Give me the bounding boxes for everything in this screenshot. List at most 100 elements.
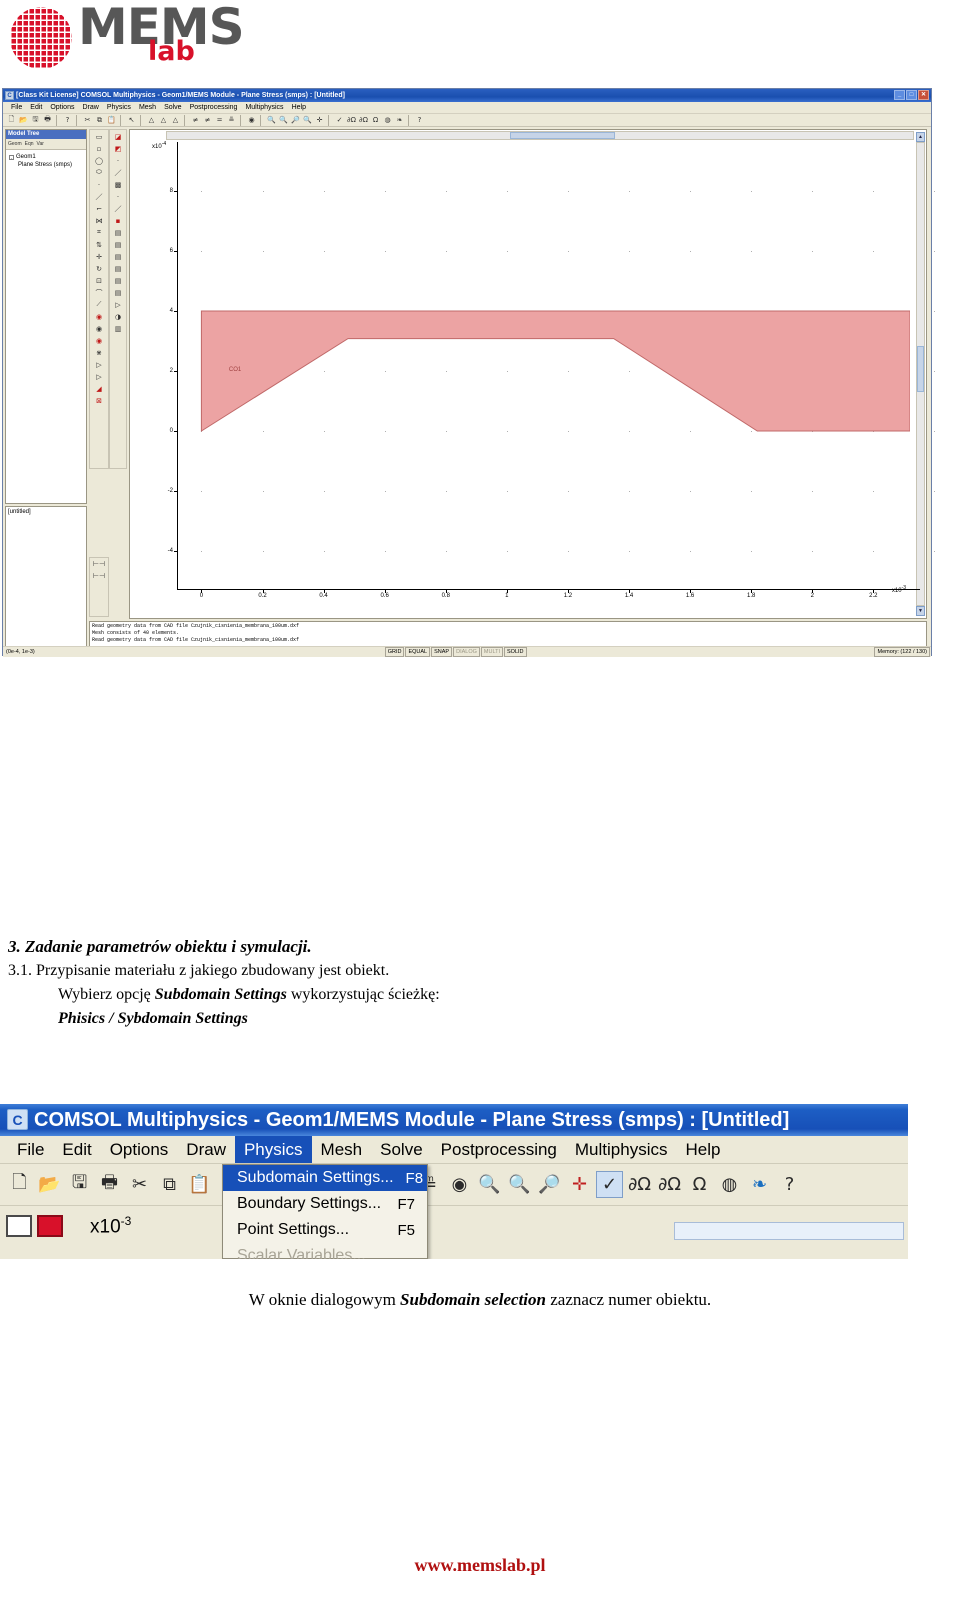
menu-file[interactable]: File: [7, 102, 26, 114]
headlight-icon[interactable]: ✛: [314, 115, 325, 126]
expand-toggle-icon[interactable]: -: [9, 154, 14, 160]
draw-mode-icon[interactable]: ◪: [112, 131, 124, 142]
menu-item-subdomain-settings[interactable]: Subdomain Settings... F8: [223, 1165, 427, 1191]
scrollbar-thumb[interactable]: [510, 132, 615, 139]
draw-mode-icon[interactable]: [37, 1215, 63, 1237]
minimize-button[interactable]: _: [894, 90, 905, 100]
coerce-face-icon[interactable]: ▷: [93, 371, 105, 382]
menu-item-point-settings[interactable]: Point Settings... F5: [223, 1217, 427, 1243]
boundary-settings-icon[interactable]: ▤: [112, 239, 124, 250]
help-pointer-icon[interactable]: ?: [62, 115, 73, 126]
cut-icon[interactable]: ✂: [82, 115, 93, 126]
tab-var[interactable]: Var: [37, 141, 44, 147]
circle-icon[interactable]: ⬭: [93, 167, 105, 178]
menu-options[interactable]: Options: [46, 102, 78, 114]
subdomain-polygon[interactable]: [177, 152, 910, 590]
point-mode-icon[interactable]: ·: [112, 155, 124, 166]
status-multi[interactable]: MULTI: [480, 647, 503, 657]
rectangle-icon[interactable]: ▭: [93, 131, 105, 142]
rectangle-icon[interactable]: [6, 1215, 32, 1237]
colors-icon[interactable]: ❧: [746, 1171, 773, 1198]
subdomain-mode-icon[interactable]: ▩: [112, 179, 124, 190]
check-icon[interactable]: ✓: [596, 1171, 623, 1198]
menu-solve[interactable]: Solve: [160, 102, 186, 114]
cut-icon[interactable]: ✂: [126, 1171, 153, 1198]
menu-draw[interactable]: Draw: [177, 1136, 235, 1163]
status-dialog[interactable]: DIALOG: [453, 647, 480, 657]
edge-mode-icon[interactable]: ／: [112, 203, 124, 214]
menu-physics[interactable]: Physics: [103, 102, 135, 114]
measure-horizontal-icon[interactable]: ⊢⊣: [93, 558, 105, 569]
polyline-icon[interactable]: ⌐: [93, 203, 105, 214]
omega2-icon[interactable]: ∂Ω: [346, 115, 357, 126]
delete-interior-icon[interactable]: ◢: [93, 383, 105, 394]
tree-node-plane-stress[interactable]: Plane Stress (smps): [18, 162, 83, 168]
menu-multiphysics[interactable]: Multiphysics: [241, 102, 287, 114]
mesh-globe-icon[interactable]: ◍: [716, 1171, 743, 1198]
intersection-icon[interactable]: ◉: [93, 323, 105, 334]
point-settings-icon[interactable]: ▤: [112, 251, 124, 262]
point-icon[interactable]: ·: [93, 179, 105, 190]
scale-icon[interactable]: ⊡: [93, 275, 105, 286]
measure-vertical-icon[interactable]: ⊢⊣: [93, 570, 105, 581]
fillet-icon[interactable]: ⌒: [93, 287, 105, 298]
geometry-plot-canvas[interactable]: ◄ ▲ ▼ x10-4 CO1 86420-2-4 00.20.40.60.81…: [129, 129, 936, 619]
copy-icon[interactable]: ⧉: [156, 1171, 183, 1198]
edge-settings-icon[interactable]: ▤: [112, 263, 124, 274]
menu-file[interactable]: File: [8, 1136, 53, 1163]
array-icon[interactable]: ⌗: [93, 227, 105, 238]
scroll-up-arrow[interactable]: ▲: [916, 132, 925, 142]
check-icon[interactable]: ✓: [334, 115, 345, 126]
init-mesh-icon[interactable]: ▷: [112, 299, 124, 310]
omega-icon[interactable]: Ω: [370, 115, 381, 126]
omega2-icon[interactable]: ∂Ω: [626, 1171, 653, 1198]
domega-icon[interactable]: ∂Ω: [656, 1171, 683, 1198]
new-icon[interactable]: 🗋: [6, 1171, 33, 1198]
new-icon[interactable]: 🗋: [6, 115, 17, 126]
ellipse-icon[interactable]: ◯: [93, 155, 105, 166]
status-solid[interactable]: SOLID: [504, 647, 527, 657]
colors-icon[interactable]: ❧: [394, 115, 405, 126]
menu-help[interactable]: Help: [676, 1136, 729, 1163]
menu-edit[interactable]: Edit: [26, 102, 46, 114]
zoom-out-icon[interactable]: 🔍: [506, 1171, 533, 1198]
bezier-icon[interactable]: ⋈: [93, 215, 105, 226]
omega-icon[interactable]: Ω: [686, 1171, 713, 1198]
triangle-refine-icon[interactable]: △: [158, 115, 169, 126]
union-icon[interactable]: ◉: [93, 311, 105, 322]
triangle-mesh-icon[interactable]: △: [146, 115, 157, 126]
menu-postprocessing[interactable]: Postprocessing: [186, 102, 242, 114]
equals-icon[interactable]: =: [214, 115, 225, 126]
save-icon[interactable]: 🖫: [30, 115, 41, 126]
tree-node-geom1[interactable]: - Geom1: [9, 154, 83, 160]
help-icon[interactable]: ?: [414, 115, 425, 126]
menu-item-scalar-variables[interactable]: Scalar Variables...: [223, 1243, 427, 1259]
postprocess-icon[interactable]: ◉: [446, 1171, 473, 1198]
menu-mesh[interactable]: Mesh: [135, 102, 160, 114]
zoom-window-icon[interactable]: 🔎: [290, 115, 301, 126]
status-snap[interactable]: SNAP: [431, 647, 453, 657]
print-icon[interactable]: 🖶: [42, 115, 53, 126]
mesh-globe-icon[interactable]: ◍: [382, 115, 393, 126]
tab-geom[interactable]: Geom: [8, 141, 22, 147]
boundary-mode-icon[interactable]: ／: [112, 167, 124, 178]
menu-edit[interactable]: Edit: [53, 1136, 100, 1163]
postprocess-icon[interactable]: ◉: [246, 115, 257, 126]
zoom-extents-icon[interactable]: ✛: [566, 1171, 593, 1198]
embed-icon[interactable]: ⊠: [93, 395, 105, 406]
menu-mesh[interactable]: Mesh: [312, 1136, 372, 1163]
zoom-out-icon[interactable]: 🔍: [278, 115, 289, 126]
subdomain-region[interactable]: [200, 310, 910, 432]
help-icon[interactable]: ?: [776, 1171, 803, 1198]
vertical-scrollbar[interactable]: [916, 142, 925, 606]
window-controls[interactable]: _ □ ✕: [894, 90, 929, 100]
close-button[interactable]: ✕: [918, 90, 929, 100]
scrollbar-thumb-vertical[interactable]: [917, 346, 924, 393]
zoom-in-icon[interactable]: 🔍: [266, 115, 277, 126]
status-grid[interactable]: GRID: [384, 647, 405, 657]
select-arrow-icon[interactable]: ↖: [126, 115, 137, 126]
scroll-down-arrow[interactable]: ▼: [916, 606, 925, 616]
mirror-icon[interactable]: ⇅: [93, 239, 105, 250]
horizontal-scrollbar[interactable]: [166, 131, 914, 140]
menu-draw[interactable]: Draw: [78, 102, 102, 114]
